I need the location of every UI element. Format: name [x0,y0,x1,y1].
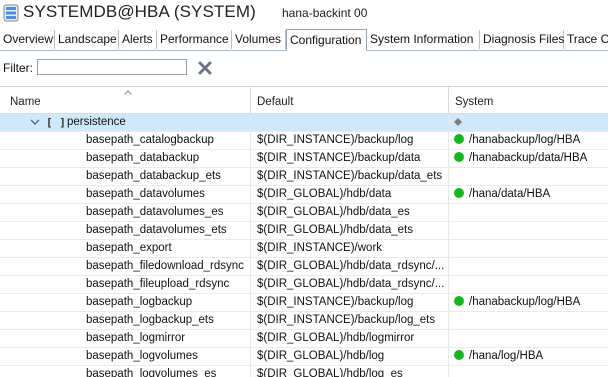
default-value: $(DIR_GLOBAL)/hdb/data_rdsync/... [251,276,449,293]
parameter-name: basepath_datavolumes [86,188,205,200]
system-value [449,258,608,275]
system-value [449,240,608,257]
parameter-name: basepath_logbackup [86,296,193,308]
default-value: $(DIR_GLOBAL)/hdb/log_es [251,366,449,377]
window-title: SYSTEMDB@HBA (SYSTEM) [23,2,256,21]
column-header-system[interactable]: System [449,87,608,113]
filter-input[interactable] [37,59,187,75]
editor-tabs: Overview Landscape Alerts Performance Vo… [0,29,608,51]
system-value [449,366,608,377]
status-dot-icon [454,350,464,360]
column-header-name[interactable]: Name [0,87,251,113]
default-value: $(DIR_INSTANCE)/work [251,240,449,257]
default-value: $(DIR_GLOBAL)/hdb/data_es [251,204,449,221]
table-row[interactable]: basepath_databackup $(DIR_INSTANCE)/back… [0,150,608,168]
tab-configuration[interactable]: Configuration [286,29,367,51]
section-name-cell: [ ] persistence [0,114,251,131]
filter-label: Filter: [3,61,33,75]
parameter-name: basepath_logbackup_ets [86,314,214,326]
tab-trace[interactable]: Trace C [564,30,608,49]
system-value: /hana/data/HBA [469,188,551,200]
section-default-cell [251,114,449,131]
status-dot-icon [454,152,464,162]
system-value [449,276,608,293]
table-row[interactable]: basepath_logmirror $(DIR_GLOBAL)/hdb/log… [0,330,608,348]
parameter-name: basepath_logvolumes [86,350,198,362]
parameter-name: basepath_filedownload_rdsync [86,260,244,272]
system-value: /hanabackup/log/HBA [469,296,581,308]
table-row[interactable]: basepath_datavolumes_es $(DIR_GLOBAL)/hd… [0,204,608,222]
default-value: $(DIR_INSTANCE)/backup/log [251,132,449,149]
table-row[interactable]: basepath_export $(DIR_INSTANCE)/work [0,240,608,258]
parameter-name: basepath_export [86,242,172,254]
table-row[interactable]: basepath_logvolumes_es $(DIR_GLOBAL)/hdb… [0,366,608,377]
section-row-persistence[interactable]: [ ] persistence [0,114,608,132]
clear-filter-icon[interactable] [197,60,213,76]
default-value: $(DIR_GLOBAL)/hdb/logmirror [251,330,449,347]
parameter-name: basepath_datavolumes_es [86,206,224,218]
tab-diagnosis-files[interactable]: Diagnosis Files [480,30,564,49]
table-row[interactable]: basepath_logvolumes $(DIR_GLOBAL)/hdb/lo… [0,348,608,366]
table-header: Name Default System [0,87,608,114]
window-subtitle: hana-backint 00 [282,6,368,20]
section-label: persistence [67,116,126,128]
default-value: $(DIR_INSTANCE)/backup/log [251,294,449,311]
parameter-name: basepath_databackup [86,152,200,164]
table-row[interactable]: basepath_filedownload_rdsync $(DIR_GLOBA… [0,258,608,276]
default-value: $(DIR_GLOBAL)/hdb/log [251,348,449,365]
parameter-name: basepath_datavolumes_ets [86,224,227,236]
table-row[interactable]: basepath_datavolumes $(DIR_GLOBAL)/hdb/d… [0,186,608,204]
tab-overview[interactable]: Overview [0,30,55,49]
default-value: $(DIR_GLOBAL)/hdb/data [251,186,449,203]
tab-performance[interactable]: Performance [157,30,232,49]
system-value [449,168,608,185]
table-row[interactable]: basepath_fileupload_rdsync $(DIR_GLOBAL)… [0,276,608,294]
tab-landscape[interactable]: Landscape [55,30,119,49]
table-row[interactable]: basepath_databackup_ets $(DIR_INSTANCE)/… [0,168,608,186]
system-value [449,204,608,221]
parameter-name: basepath_logvolumes_es [86,368,217,377]
table-row[interactable]: basepath_datavolumes_ets $(DIR_GLOBAL)/h… [0,222,608,240]
table-row[interactable]: basepath_logbackup_ets $(DIR_INSTANCE)/b… [0,312,608,330]
section-bracket: [ ] [46,116,66,129]
default-value: $(DIR_GLOBAL)/hdb/data_rdsync/... [251,258,449,275]
parameter-name: basepath_databackup_ets [86,170,221,182]
system-value [449,312,608,329]
default-value: $(DIR_GLOBAL)/hdb/data_ets [251,222,449,239]
table-row[interactable]: basepath_logbackup $(DIR_INSTANCE)/backu… [0,294,608,312]
table-row[interactable]: basepath_catalogbackup $(DIR_INSTANCE)/b… [0,132,608,150]
status-dot-icon [454,188,464,198]
system-value: /hanabackup/data/HBA [469,152,588,164]
title-bar: SYSTEMDB@HBA (SYSTEM) hana-backint 00 [0,0,608,27]
configuration-table: Name Default System [ ] persistence base… [0,86,608,377]
chevron-down-icon[interactable] [30,119,40,126]
tab-system-information[interactable]: System Information [367,30,480,49]
status-dot-icon [454,296,464,306]
tab-alerts[interactable]: Alerts [119,30,157,49]
parameter-name: basepath_fileupload_rdsync [86,278,230,290]
system-value: /hana/log/HBA [469,350,544,362]
diamond-marker-icon [454,118,462,126]
section-system-cell [449,114,608,131]
column-header-default[interactable]: Default [251,87,449,113]
parameter-name: basepath_logmirror [86,332,186,344]
default-value: $(DIR_INSTANCE)/backup/log_ets [251,312,449,329]
default-value: $(DIR_INSTANCE)/backup/data_ets [251,168,449,185]
status-dot-icon [454,134,464,144]
default-value: $(DIR_INSTANCE)/backup/data [251,150,449,167]
database-icon [3,4,19,22]
system-value: /hanabackup/log/HBA [469,134,581,146]
system-value [449,222,608,239]
tab-volumes[interactable]: Volumes [232,30,286,49]
system-value [449,330,608,347]
parameter-name: basepath_catalogbackup [86,134,214,146]
